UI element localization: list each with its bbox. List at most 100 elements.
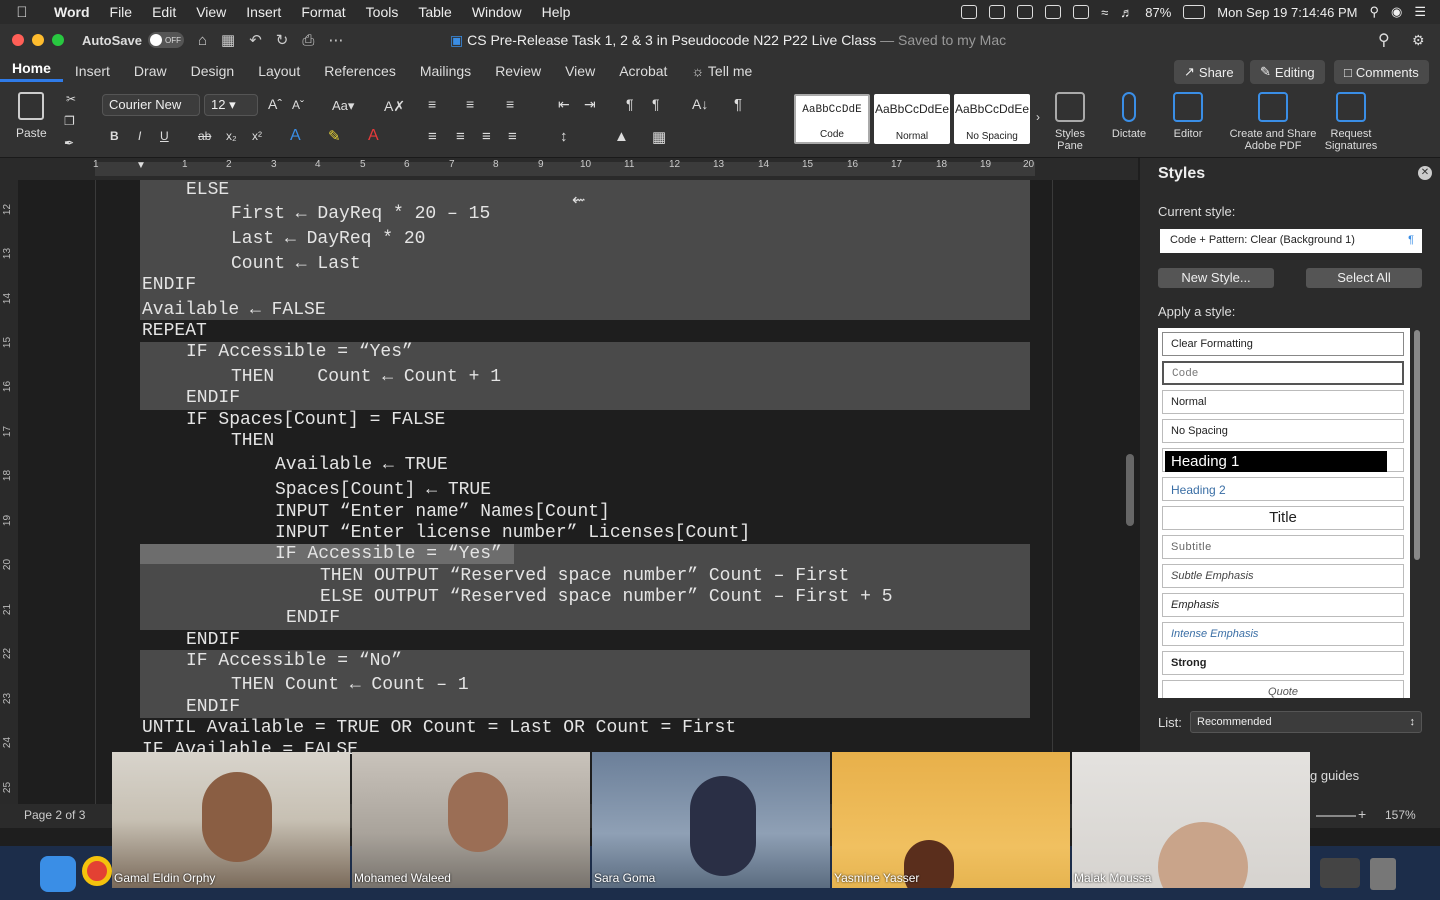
status-app-icon[interactable] bbox=[989, 5, 1006, 19]
multilevel-list-icon[interactable]: ≡ bbox=[506, 96, 514, 112]
search-icon[interactable]: ⚲ bbox=[1369, 4, 1379, 20]
code-line[interactable]: IF Spaces[Count] = FALSE bbox=[186, 410, 445, 430]
code-line[interactable]: THEN Count ← Count + 1 bbox=[231, 367, 501, 387]
bullets-icon[interactable]: ≡ bbox=[428, 96, 436, 112]
style-list-scrollbar[interactable] bbox=[1414, 330, 1420, 560]
battery-icon[interactable] bbox=[1183, 5, 1206, 19]
grow-font-icon[interactable]: Aˆ bbox=[268, 96, 282, 112]
code-line[interactable]: THEN OUTPUT “Reserved space number” Coun… bbox=[320, 566, 849, 586]
line-spacing-icon[interactable]: ↕ bbox=[560, 128, 568, 145]
menu-help[interactable]: Help bbox=[532, 4, 581, 20]
code-line[interactable]: Last ← DayReq * 20 bbox=[231, 229, 425, 249]
code-line[interactable]: THEN Count ← Count – 1 bbox=[231, 675, 469, 695]
finder-icon[interactable] bbox=[40, 856, 76, 892]
code-line[interactable]: Available ← TRUE bbox=[275, 455, 448, 475]
current-style-field[interactable]: Code + Pattern: Clear (Background 1) ¶ bbox=[1160, 229, 1422, 253]
increase-indent-icon[interactable]: ⇥ bbox=[584, 96, 596, 113]
print-icon[interactable]: ⎙ bbox=[302, 32, 314, 49]
menu-file[interactable]: File bbox=[100, 4, 143, 20]
tab-acrobat[interactable]: Acrobat bbox=[607, 63, 679, 79]
shrink-font-icon[interactable]: Aˇ bbox=[292, 98, 304, 112]
style-list[interactable]: Clear Formatting Code Normal No Spacing … bbox=[1158, 328, 1410, 698]
zoom-in-icon[interactable]: + bbox=[1358, 806, 1366, 822]
code-line[interactable]: Spaces[Count] ← TRUE bbox=[275, 480, 491, 500]
paste-button[interactable]: Paste bbox=[16, 92, 47, 140]
volume-icon[interactable]: ♬ bbox=[1120, 5, 1133, 20]
tab-mailings[interactable]: Mailings bbox=[408, 63, 483, 79]
align-left-icon[interactable]: ≡ bbox=[428, 128, 437, 145]
justify-icon[interactable]: ≡ bbox=[508, 128, 517, 145]
style-subtitle[interactable]: Subtitle bbox=[1162, 535, 1404, 559]
tell-me[interactable]: ☼ Tell me bbox=[679, 63, 764, 79]
request-signatures-button[interactable]: Request Signatures bbox=[1322, 90, 1380, 152]
cut-icon[interactable]: ✂ bbox=[66, 92, 76, 106]
align-right-icon[interactable]: ≡ bbox=[482, 128, 491, 145]
tab-review[interactable]: Review bbox=[483, 63, 553, 79]
horizontal-ruler[interactable]: 1 1 2 3 4 5 6 7 8 9 10 11 12 13 14 15 16… bbox=[0, 158, 1138, 180]
share-menu-icon[interactable]: ⚙ bbox=[1412, 32, 1425, 49]
chrome-icon[interactable] bbox=[82, 856, 112, 886]
style-no-spacing[interactable]: No Spacing bbox=[1162, 419, 1404, 443]
indent-marker-icon[interactable]: ▼ bbox=[136, 160, 146, 171]
menu-format[interactable]: Format bbox=[291, 4, 355, 20]
code-line[interactable]: ENDIF bbox=[186, 388, 240, 408]
control-center-icon[interactable]: ☰ bbox=[1414, 4, 1426, 20]
copy-icon[interactable]: ❐ bbox=[64, 114, 75, 128]
font-size-select[interactable]: 12 ▾ bbox=[204, 94, 258, 116]
wifi-icon[interactable]: ≈ bbox=[1101, 5, 1108, 20]
autosave-toggle[interactable]: OFF bbox=[147, 32, 184, 48]
clock[interactable]: Mon Sep 19 7:14:46 PM bbox=[1217, 5, 1357, 20]
menu-table[interactable]: Table bbox=[408, 4, 461, 20]
screenshot-icon[interactable] bbox=[1320, 858, 1360, 888]
style-heading-1[interactable]: Heading 1 bbox=[1162, 448, 1404, 472]
tab-layout[interactable]: Layout bbox=[246, 63, 312, 79]
trash-icon[interactable] bbox=[1370, 858, 1396, 890]
share-button[interactable]: ↗ Share bbox=[1174, 60, 1244, 84]
close-icon[interactable]: ✕ bbox=[1418, 166, 1432, 180]
page-indicator[interactable]: Page 2 of 3 bbox=[24, 808, 85, 822]
participant-video[interactable]: Sara Goma bbox=[592, 752, 830, 888]
shading-icon[interactable]: ▲ bbox=[614, 128, 629, 145]
numbering-icon[interactable]: ≡ bbox=[466, 96, 474, 112]
style-title[interactable]: Title bbox=[1162, 506, 1404, 530]
code-line[interactable]: ENDIF bbox=[186, 697, 240, 717]
rtl-icon[interactable]: ¶ bbox=[652, 96, 660, 112]
new-style-button[interactable]: New Style... bbox=[1158, 268, 1274, 288]
zoom-slider[interactable] bbox=[1316, 815, 1356, 817]
strikethrough-icon[interactable]: ab bbox=[198, 129, 211, 143]
dictate-button[interactable]: Dictate bbox=[1106, 90, 1152, 140]
italic-icon[interactable]: I bbox=[138, 129, 141, 143]
code-line[interactable]: First ← DayReq * 20 – 15 bbox=[231, 204, 490, 224]
tab-draw[interactable]: Draw bbox=[122, 63, 179, 79]
status-app-icon[interactable] bbox=[961, 5, 978, 19]
code-line[interactable]: THEN bbox=[231, 431, 274, 451]
align-center-icon[interactable]: ≡ bbox=[456, 128, 465, 145]
participant-video[interactable]: Yasmine Yasser bbox=[832, 752, 1070, 888]
code-line[interactable]: Count ← Last bbox=[231, 254, 361, 274]
selected-code-line[interactable]: IF Accessible = “Yes” bbox=[140, 544, 514, 564]
save-icon[interactable]: ▦ bbox=[221, 31, 235, 49]
list-select[interactable]: Recommended ↕ bbox=[1190, 711, 1422, 733]
battery-percent[interactable]: 87% bbox=[1145, 5, 1171, 20]
style-gallery-normal[interactable]: AaBbCcDdEe Normal bbox=[874, 94, 950, 144]
code-line[interactable]: ENDIF bbox=[286, 608, 340, 628]
status-app-icon[interactable] bbox=[1073, 5, 1090, 19]
code-line[interactable]: ENDIF bbox=[186, 630, 240, 650]
status-app-icon[interactable] bbox=[1045, 5, 1062, 19]
style-subtle-emphasis[interactable]: Subtle Emphasis bbox=[1162, 564, 1404, 588]
vertical-ruler[interactable]: 12 13 14 15 16 17 18 19 20 21 22 23 24 2… bbox=[0, 180, 18, 804]
code-line[interactable]: INPUT “Enter name” Names[Count] bbox=[275, 502, 610, 522]
participant-video[interactable]: Gamal Eldin Orphy bbox=[112, 752, 350, 888]
style-quote[interactable]: Quote bbox=[1162, 680, 1404, 698]
menu-insert[interactable]: Insert bbox=[236, 4, 291, 20]
redo-icon[interactable]: ↻ bbox=[276, 31, 289, 49]
document-scrollbar[interactable] bbox=[1126, 454, 1134, 526]
style-emphasis[interactable]: Emphasis bbox=[1162, 593, 1404, 617]
change-case-icon[interactable]: Aa▾ bbox=[332, 98, 354, 114]
comments-button[interactable]: □ Comments bbox=[1334, 60, 1429, 84]
style-strong[interactable]: Strong bbox=[1162, 651, 1404, 675]
minimize-window-button[interactable] bbox=[32, 34, 44, 46]
style-intense-emphasis[interactable]: Intense Emphasis bbox=[1162, 622, 1404, 646]
font-name-select[interactable]: Courier New bbox=[102, 94, 200, 116]
highlight-icon[interactable]: ✎ bbox=[328, 127, 341, 145]
